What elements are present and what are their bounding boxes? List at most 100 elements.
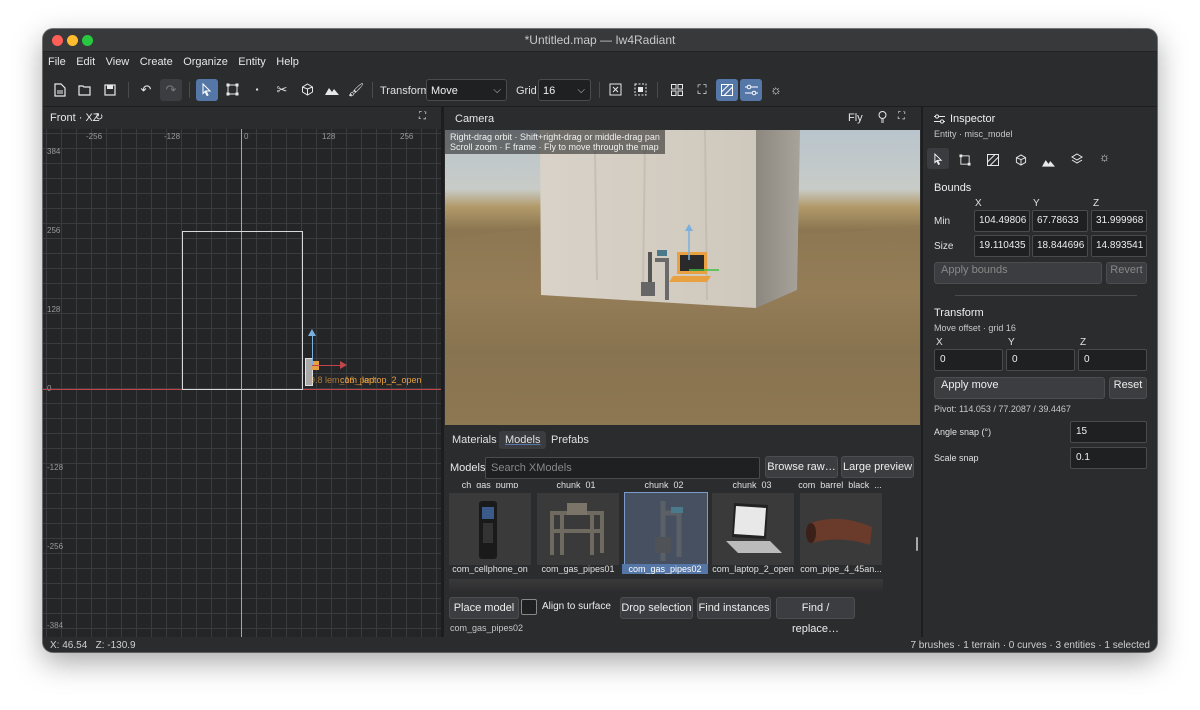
gizmo-x-axis[interactable] [312,365,340,366]
scale-snap-input[interactable]: 0.1 [1070,447,1147,469]
bounds-min-y-input[interactable]: 67.78633 [1032,210,1088,232]
reset-button[interactable]: Reset [1109,377,1147,399]
menu-view[interactable]: View [106,52,130,68]
scrollbar-thumb[interactable] [916,537,918,551]
tab-materials[interactable]: Materials [452,434,497,446]
camera-viewport[interactable]: Camera Fly ⛶ Right-drag orbit · Shift+ri… [444,107,921,425]
bounds-size-x-input[interactable]: 19.110435 [974,235,1030,257]
angle-snap-input[interactable]: 15 [1070,421,1147,443]
snap-to-grid-icon[interactable] [604,79,626,101]
bounds-title: Bounds [934,182,972,194]
window-title: *Untitled.map — Iw4Radiant [524,33,676,47]
filters-toggle-icon[interactable] [740,79,762,101]
lighting-toggle-icon[interactable]: ☼ [765,79,787,101]
chevron-down-icon: ⌵ [493,85,501,96]
offset-x-input[interactable]: 0 [934,349,1003,371]
texture-icon[interactable] [987,153,999,171]
find-instances-button[interactable]: Find instances [697,597,771,619]
apply-move-button[interactable]: Apply move [934,377,1105,399]
camera-render[interactable]: Right-drag orbit · Shift+right-drag or m… [445,130,920,425]
offset-z-input[interactable]: 0 [1078,349,1147,371]
model-label[interactable]: com_cellphone_on [447,564,533,574]
clip-tool-icon[interactable]: ✂ [271,79,293,101]
model-label[interactable]: com_laptop_2_open [710,564,796,574]
model-label[interactable]: com_pipe_4_45an... [798,564,884,574]
open-folder-icon[interactable] [74,79,96,101]
model-thumb[interactable] [449,493,531,565]
new-file-icon[interactable] [49,79,71,101]
point-tool-icon[interactable]: ▪ [246,79,268,101]
paint-brush-icon[interactable]: 🖌 [345,79,367,101]
redo-icon[interactable]: ↷ [160,79,182,101]
place-model-button[interactable]: Place model [449,597,519,619]
x-tick-label: 256 [400,132,414,141]
brush-tool-icon[interactable] [296,79,318,101]
bounds-size-y-input[interactable]: 18.844696 [1032,235,1088,257]
inspector-tab-select[interactable] [927,148,949,169]
drop-selection-button[interactable]: Drop selection [620,597,693,619]
grid-select[interactable]: 16 ⌵ [538,79,591,101]
layers-icon[interactable] [1071,152,1083,170]
model-thumb-selected[interactable] [624,492,708,566]
grid-canvas[interactable]: -256 -128 0 128 256 384 256 128 0 -128 -… [43,129,441,637]
browse-raw-button[interactable]: Browse raw… [765,456,838,478]
gizmo-z-arrow-icon[interactable] [308,329,316,336]
revert-button[interactable]: Revert [1106,262,1147,284]
lightbulb-icon[interactable] [878,111,887,126]
menu-file[interactable]: File [48,52,66,68]
gizmo-x-arrow-icon[interactable] [340,361,347,369]
maximize-view-icon[interactable]: ⛶ [419,111,426,122]
maximize-view-icon[interactable]: ⛶ [691,79,713,101]
x-tick-label: 128 [322,132,336,141]
vertex-tool-icon[interactable] [221,79,243,101]
model-label[interactable]: chunk_03 [709,480,795,488]
model-thumb[interactable] [800,493,882,565]
menu-create[interactable]: Create [140,52,173,68]
bounds-min-x-input[interactable]: 104.49806 [974,210,1030,232]
model-label[interactable]: com_barrel_black_... [797,480,883,488]
menu-organize[interactable]: Organize [183,52,228,68]
menu-help[interactable]: Help [276,52,299,68]
save-icon[interactable] [99,79,121,101]
model-label[interactable]: chunk_02 [621,480,707,488]
transform-select[interactable]: Move ⌵ [426,79,507,101]
tab-prefabs[interactable]: Prefabs [551,434,589,446]
y-tick-label: -128 [47,463,64,472]
cube-icon[interactable] [1015,153,1027,171]
search-input[interactable]: Search XModels [485,457,760,479]
layout-grid-icon[interactable] [666,79,688,101]
apply-bounds-button[interactable]: Apply bounds [934,262,1102,284]
light-icon[interactable]: ☼ [1099,150,1110,164]
terrain-tool-icon[interactable] [321,79,343,101]
model-label[interactable]: ch_gas_pump [447,480,533,488]
find-replace-button[interactable]: Find / replace… [776,597,855,635]
tab-models[interactable]: Models [499,431,547,449]
large-preview-button[interactable]: Large preview [841,456,914,478]
model-thumb[interactable] [537,493,619,565]
bounds-min-z-input[interactable]: 31.999968 [1091,210,1147,232]
model-label[interactable]: com_gas_pipes01 [535,564,621,574]
vertex-icon[interactable] [959,153,971,171]
align-to-surface-checkbox[interactable] [521,599,537,615]
offset-y-input[interactable]: 0 [1006,349,1075,371]
menu-edit[interactable]: Edit [76,52,95,68]
terrain-icon[interactable] [1042,154,1055,172]
select-inside-icon[interactable] [629,79,651,101]
scene-summary: 7 brushes · 1 terrain · 0 curves · 3 ent… [910,640,1150,651]
brush-outline[interactable] [182,231,303,390]
undo-icon[interactable]: ↶ [135,79,157,101]
menu-entity[interactable]: Entity [238,52,266,68]
model-thumb[interactable] [712,493,794,565]
textures-toggle-icon[interactable] [716,79,738,101]
gizmo-z-axis[interactable] [312,335,313,365]
cycle-view-icon[interactable]: ↻ [95,112,103,123]
select-tool-icon[interactable] [196,79,218,101]
bounds-size-z-input[interactable]: 14.893541 [1091,235,1147,257]
model-label[interactable]: chunk_01 [533,480,619,488]
fly-mode-toggle[interactable]: Fly [848,112,863,124]
model-label-selected[interactable]: com_gas_pipes02 [622,564,708,574]
scene-graphic [445,130,920,425]
sliders-icon [934,114,945,127]
front-viewport[interactable]: Front · XZ ↻ ⛶ -256 -128 0 128 256 384 2… [43,107,441,637]
maximize-view-icon[interactable]: ⛶ [898,111,905,122]
